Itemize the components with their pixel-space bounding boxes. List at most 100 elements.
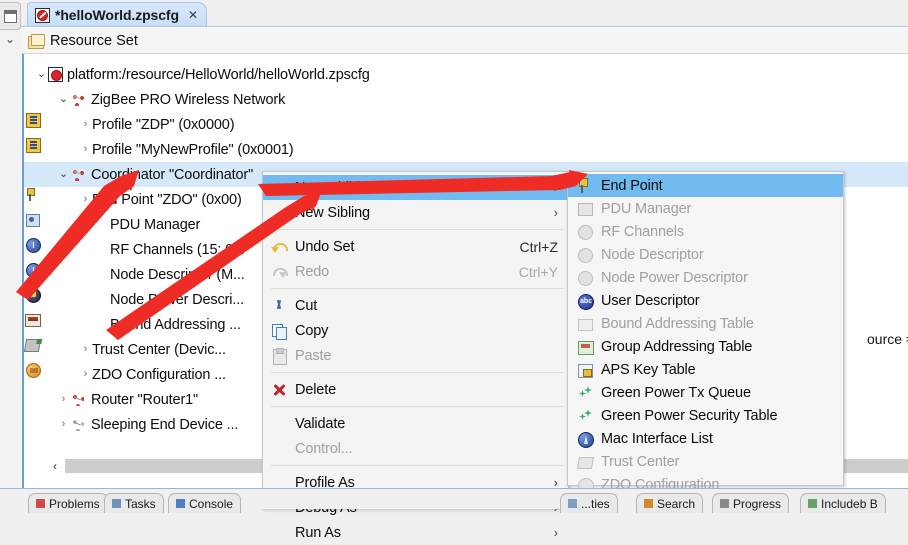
submenu-item-label: End Point bbox=[601, 177, 663, 194]
restore-view-button[interactable] bbox=[0, 2, 21, 30]
editor-tab-label: *helloWorld.zpscfg bbox=[55, 7, 179, 23]
bound-addressing-table-icon bbox=[25, 314, 41, 327]
tree-row[interactable]: › Profile "MyNewProfile" (0x0001) bbox=[24, 137, 908, 162]
tree-row-label: RF Channels (15: 0... bbox=[110, 241, 245, 258]
bottom-tab-progress[interactable]: Progress bbox=[712, 493, 790, 513]
context-menu[interactable]: New Child › New Sibling › Undo Set Ctrl+Z Redo… bbox=[262, 171, 569, 541]
editor-tab-helloworld[interactable]: *helloWorld.zpscfg ✕ bbox=[27, 2, 208, 27]
zdo-configuration-icon bbox=[26, 363, 41, 378]
menu-item-run-as[interactable]: Run As › bbox=[263, 520, 568, 545]
end-point-icon bbox=[27, 188, 35, 201]
expand-arrow-closed-icon[interactable]: › bbox=[57, 394, 70, 405]
submenu-item-label: Trust Center bbox=[601, 453, 680, 470]
bottom-tab-problems[interactable]: Problems bbox=[28, 493, 108, 513]
menu-item-label: Undo Set bbox=[295, 238, 355, 255]
submenu-item-mac-interface-list[interactable]: Mac Interface List bbox=[568, 427, 843, 450]
submenu-item-aps-key-table[interactable]: APS Key Table bbox=[568, 358, 843, 381]
profile-icon bbox=[26, 113, 41, 128]
submenu-item-label: Node Power Descriptor bbox=[601, 269, 748, 286]
menu-item-copy[interactable]: Copy bbox=[263, 318, 568, 343]
submenu-item-label: Bound Addressing Table bbox=[601, 315, 754, 332]
menu-item-new-sibling[interactable]: New Sibling › bbox=[263, 200, 568, 225]
tree-row-label: Profile "ZDP" (0x0000) bbox=[92, 116, 235, 133]
bottom-tab-search[interactable]: Search bbox=[636, 493, 704, 513]
tree-row[interactable]: ⌄ ZigBee PRO Wireless Network bbox=[24, 87, 908, 112]
expand-arrow-closed-icon[interactable]: › bbox=[79, 369, 92, 380]
menu-item-undo-set[interactable]: Undo Set Ctrl+Z bbox=[263, 234, 568, 259]
menu-item-new-child[interactable]: New Child › bbox=[263, 175, 568, 200]
menu-item-label: Control... bbox=[295, 440, 353, 457]
bottom-tab-icon bbox=[568, 499, 577, 508]
tree-row-label: Bound Addressing ... bbox=[110, 316, 241, 333]
tree-row-label: Profile "MyNewProfile" (0x0001) bbox=[92, 141, 294, 158]
close-icon[interactable]: ✕ bbox=[188, 8, 198, 22]
submenu-item-green-power-security-table[interactable]: Green Power Security Table bbox=[568, 404, 843, 427]
resource-set-label: Resource Set bbox=[50, 32, 138, 49]
tree-row-label: PDU Manager bbox=[110, 216, 201, 233]
bottom-tab-tasks[interactable]: Tasks bbox=[104, 493, 164, 513]
expand-arrow-open-icon[interactable]: ⌄ bbox=[35, 69, 48, 80]
menu-item-label: Redo bbox=[295, 263, 330, 280]
submenu-item-label: Mac Interface List bbox=[601, 430, 713, 447]
submenu-item-label: APS Key Table bbox=[601, 361, 696, 378]
expand-arrow-closed-icon[interactable]: › bbox=[79, 194, 92, 205]
menu-item-paste: Paste bbox=[263, 343, 568, 368]
bottom-tab-icon bbox=[112, 499, 121, 508]
bottom-tab-includeb-b[interactable]: Includeb B bbox=[800, 493, 886, 513]
paste-icon bbox=[271, 348, 287, 365]
expand-arrow-closed-icon[interactable]: › bbox=[79, 119, 92, 130]
menu-item-label: Validate bbox=[295, 415, 346, 432]
submenu-item-rf-channels: RF Channels bbox=[568, 220, 843, 243]
aps-key-table-icon bbox=[577, 362, 593, 378]
menu-item-validate[interactable]: Validate bbox=[263, 411, 568, 436]
menu-separator bbox=[271, 372, 564, 373]
expand-arrow-open-icon[interactable]: ⌄ bbox=[57, 169, 70, 180]
eclipse-zpscfg-editor-window: ⌄ *helloWorld.zpscfg ✕ Resource Set ⌄ pla… bbox=[0, 0, 908, 541]
expand-arrow-closed-icon[interactable]: › bbox=[79, 344, 92, 355]
expand-arrow-open-icon[interactable]: ⌄ bbox=[57, 94, 70, 105]
bottom-tab-label: ...ties bbox=[581, 496, 610, 511]
rf-channels-icon bbox=[577, 224, 593, 240]
tree-row-label: Trust Center (Devic... bbox=[92, 341, 226, 358]
tree-row[interactable]: › Profile "ZDP" (0x0000) bbox=[24, 112, 908, 137]
chevron-right-icon: › bbox=[553, 180, 558, 195]
end-point-icon bbox=[577, 178, 593, 194]
submenu-item-bound-addressing-table: Bound Addressing Table bbox=[568, 312, 843, 335]
tree-row-label: platform:/resource/HelloWorld/helloWorld… bbox=[67, 66, 370, 83]
restore-view-icon bbox=[4, 10, 17, 23]
mac-interface-list-icon bbox=[577, 431, 594, 448]
user-descriptor-icon: abc bbox=[577, 293, 594, 310]
chevron-down-icon[interactable]: ⌄ bbox=[4, 33, 16, 45]
background-document-text: ource = ( bbox=[867, 331, 908, 347]
submenu-item-end-point[interactable]: End Point bbox=[568, 174, 843, 197]
tree-row-label: End Point "ZDO" (0x00) bbox=[92, 191, 242, 208]
resource-set-icon bbox=[28, 33, 45, 49]
submenu-item-group-addressing-table[interactable]: Group Addressing Table bbox=[568, 335, 843, 358]
bottom-tab-icon bbox=[808, 499, 817, 508]
chevron-right-icon: › bbox=[553, 205, 558, 220]
profile-icon bbox=[26, 138, 41, 153]
menu-item-delete[interactable]: Delete bbox=[263, 377, 568, 402]
menu-item-control: Control... bbox=[263, 436, 568, 461]
bottom-tab--ties[interactable]: ...ties bbox=[560, 493, 618, 513]
scroll-left-icon[interactable]: ‹ bbox=[47, 458, 63, 474]
tabstrip-underline bbox=[21, 26, 908, 27]
node-power-descriptor-icon bbox=[577, 270, 593, 286]
pdu-manager-icon bbox=[26, 214, 40, 227]
new-child-submenu[interactable]: End Point PDU Manager RF Channels Node Desc… bbox=[567, 171, 844, 494]
menu-item-cut[interactable]: Cut bbox=[263, 293, 568, 318]
submenu-item-label: Group Addressing Table bbox=[601, 338, 753, 355]
menu-item-label: Copy bbox=[295, 322, 329, 339]
submenu-item-user-descriptor[interactable]: abc User Descriptor bbox=[568, 289, 843, 312]
menu-separator bbox=[271, 465, 564, 466]
expand-arrow-closed-icon[interactable]: › bbox=[79, 144, 92, 155]
expand-arrow-closed-icon[interactable]: › bbox=[57, 419, 70, 430]
bound-addressing-table-icon bbox=[577, 316, 593, 332]
submenu-item-label: Node Descriptor bbox=[601, 246, 704, 263]
menu-separator bbox=[271, 229, 564, 230]
menu-item-shortcut: Ctrl+Y bbox=[518, 263, 558, 280]
bottom-tab-console[interactable]: Console bbox=[168, 493, 242, 513]
tree-row[interactable]: ⌄ platform:/resource/HelloWorld/helloWorl… bbox=[24, 62, 908, 87]
submenu-item-green-power-tx-queue[interactable]: Green Power Tx Queue bbox=[568, 381, 843, 404]
menu-separator bbox=[271, 288, 564, 289]
